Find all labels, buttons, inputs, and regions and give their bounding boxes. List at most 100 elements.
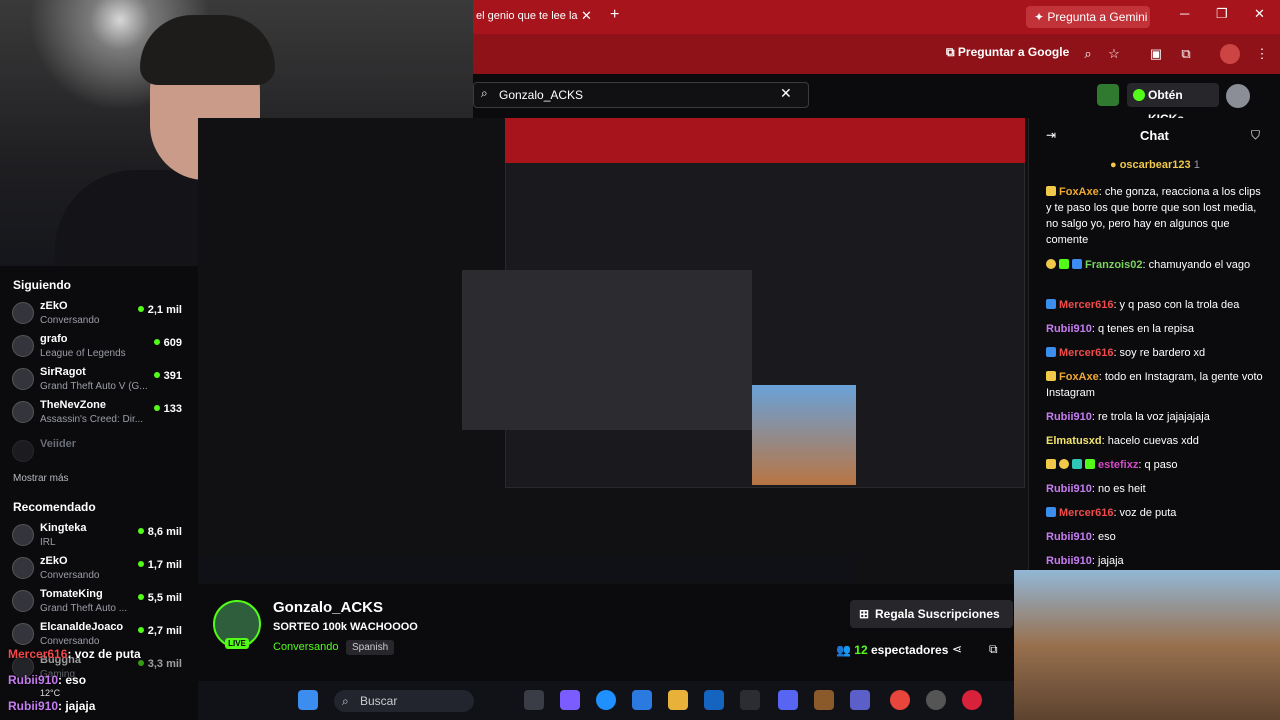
channel-category: Conversando: [40, 315, 100, 326]
live-app-icon[interactable]: [740, 690, 760, 710]
extension-icon[interactable]: ▣: [1146, 44, 1166, 64]
recommended-item[interactable]: zEkO Conversando 1,7 mil: [0, 553, 190, 585]
clip-icon[interactable]: ⧉: [989, 642, 998, 657]
channel-category: Conversando: [40, 636, 100, 647]
chat-username[interactable]: Rubii910: [1046, 531, 1092, 543]
chat-text: : chamuyando el vago: [1142, 259, 1251, 271]
chat-text: : hacelo cuevas xdd: [1101, 435, 1199, 447]
chat-username[interactable]: FoxAxe: [1059, 186, 1099, 198]
close-window-icon[interactable]: ✕: [1254, 6, 1265, 22]
store-app-icon[interactable]: [632, 690, 652, 710]
chat-message: Rubii910: jajaja: [1046, 553, 1268, 569]
bookmark-star-icon[interactable]: ☆: [1104, 44, 1124, 64]
opera-icon[interactable]: [962, 690, 982, 710]
overlay-text: : eso: [58, 673, 87, 687]
chat-message: Rubii910: eso: [1046, 529, 1268, 545]
channel-avatar: [12, 368, 34, 390]
zoom-icon[interactable]: ⌕: [1078, 44, 1098, 64]
chat-username[interactable]: Mercer616: [1059, 299, 1113, 311]
clear-search-icon[interactable]: ✕: [780, 85, 792, 102]
chrome-icon[interactable]: [890, 690, 910, 710]
chat-message: Rubii910: no es heit: [1046, 481, 1268, 497]
live-badge: LIVE: [225, 638, 249, 649]
viewers-label: espectadores: [871, 643, 949, 657]
user-avatar[interactable]: [1226, 84, 1250, 108]
viewer-count: 2,7 mil: [138, 625, 182, 637]
following-item[interactable]: grafo League of Legends 609: [0, 331, 190, 363]
browser-tab-title[interactable]: el genio que te lee la: [476, 10, 578, 22]
outlook-icon[interactable]: [704, 690, 724, 710]
chat-text: : q paso: [1138, 459, 1178, 471]
browser-tab-bar: [473, 0, 1280, 34]
channel-avatar: [12, 590, 34, 612]
coin-badge-icon: [1059, 459, 1069, 469]
channel-category: Grand Theft Auto V (G...: [40, 381, 148, 392]
sub-badge-icon: [1046, 186, 1056, 196]
channel-name: Kingteka: [40, 522, 87, 534]
teams-icon[interactable]: [850, 690, 870, 710]
pinned-username: oscarbear123: [1119, 159, 1191, 171]
menu-icon[interactable]: ⋮: [1252, 44, 1272, 64]
channel-avatar: [12, 623, 34, 645]
offline-item[interactable]: Veiider: [0, 436, 190, 468]
channel-name: TheNevZone: [40, 399, 107, 411]
overlay-username: Mercer616: [8, 647, 68, 661]
discord-icon[interactable]: [778, 690, 798, 710]
taskbar-search[interactable]: ⌕ Buscar: [334, 690, 474, 712]
chat-title: Chat: [1140, 128, 1169, 143]
new-tab-icon[interactable]: +: [610, 6, 619, 24]
search-value: Gonzalo_ACKS: [499, 88, 584, 102]
get-kicks-button[interactable]: Obtén KICKs: [1127, 83, 1219, 126]
following-item[interactable]: TheNevZone Assassin's Creed: Dir... 133: [0, 397, 190, 429]
minimize-icon[interactable]: ─: [1180, 6, 1189, 21]
chat-username[interactable]: FoxAxe: [1059, 371, 1099, 383]
show-more-link[interactable]: Mostrar más: [13, 473, 69, 484]
chat-username[interactable]: Mercer616: [1059, 347, 1113, 359]
chat-message: Elmatusxd: hacelo cuevas xdd: [1046, 433, 1268, 449]
viewer-count: 609: [154, 337, 182, 349]
channel-avatar: [12, 524, 34, 546]
close-tab-icon[interactable]: ✕: [581, 8, 592, 24]
channel-name: zEkO: [40, 555, 68, 567]
share-icon[interactable]: ⋖: [952, 642, 962, 656]
task-view-icon[interactable]: [524, 690, 544, 710]
streamer-name[interactable]: Gonzalo_ACKS: [273, 599, 383, 616]
chat-username[interactable]: Elmatusxd: [1046, 435, 1102, 447]
recommended-item[interactable]: TomateKing Grand Theft Auto ... 5,5 mil: [0, 586, 190, 618]
gemini-button[interactable]: ✦ Pregunta a Gemini: [1026, 6, 1150, 28]
language-tag[interactable]: Spanish: [346, 640, 395, 655]
file-explorer-icon[interactable]: [668, 690, 688, 710]
chat-username[interactable]: Rubii910: [1046, 323, 1092, 335]
chat-username[interactable]: Mercer616: [1059, 507, 1113, 519]
viewers-icon: 👥: [836, 643, 851, 657]
chat-username[interactable]: estefixz: [1098, 459, 1138, 471]
chat-users-icon[interactable]: ⛉: [1251, 128, 1260, 143]
game-app-icon[interactable]: [814, 690, 834, 710]
maximize-icon[interactable]: ❐: [1216, 6, 1228, 22]
following-item[interactable]: zEkO Conversando 2,1 mil: [0, 298, 190, 330]
copilot-icon[interactable]: [560, 690, 580, 710]
ask-google-button[interactable]: ⧉ Preguntar a Google: [946, 45, 1069, 60]
gift-subs-button[interactable]: ⊞ Regala Suscripciones: [850, 600, 1013, 628]
following-item[interactable]: SirRagot Grand Theft Auto V (G... 391: [0, 364, 190, 396]
puzzle-icon[interactable]: ⧉: [1176, 44, 1196, 64]
gemini-label: Pregunta a Gemini: [1047, 10, 1148, 24]
channel-avatar: [12, 302, 34, 324]
store-icon[interactable]: [1097, 84, 1119, 106]
stream-category[interactable]: Conversando: [273, 641, 338, 653]
windows-start-icon[interactable]: [298, 690, 318, 710]
channel-name: zEkO: [40, 300, 68, 312]
chat-username[interactable]: Franzois02: [1085, 259, 1142, 271]
profile-icon[interactable]: [1220, 44, 1240, 64]
recommended-item[interactable]: Kingteka IRL 8,6 mil: [0, 520, 190, 552]
chat-username[interactable]: Rubii910: [1046, 483, 1092, 495]
overlay-chat-message: Mercer616: voz de puta: [8, 647, 141, 661]
chat-username[interactable]: Rubii910: [1046, 411, 1092, 423]
chat-username[interactable]: Rubii910: [1046, 555, 1092, 567]
nested-taskbar: [198, 556, 854, 582]
viewer-count: 1,7 mil: [138, 559, 182, 571]
collapse-chat-icon[interactable]: ⇥: [1046, 128, 1056, 142]
edge-icon[interactable]: [596, 690, 616, 710]
pinned-user: ● oscarbear123 1: [1110, 159, 1200, 171]
obs-icon[interactable]: [926, 690, 946, 710]
